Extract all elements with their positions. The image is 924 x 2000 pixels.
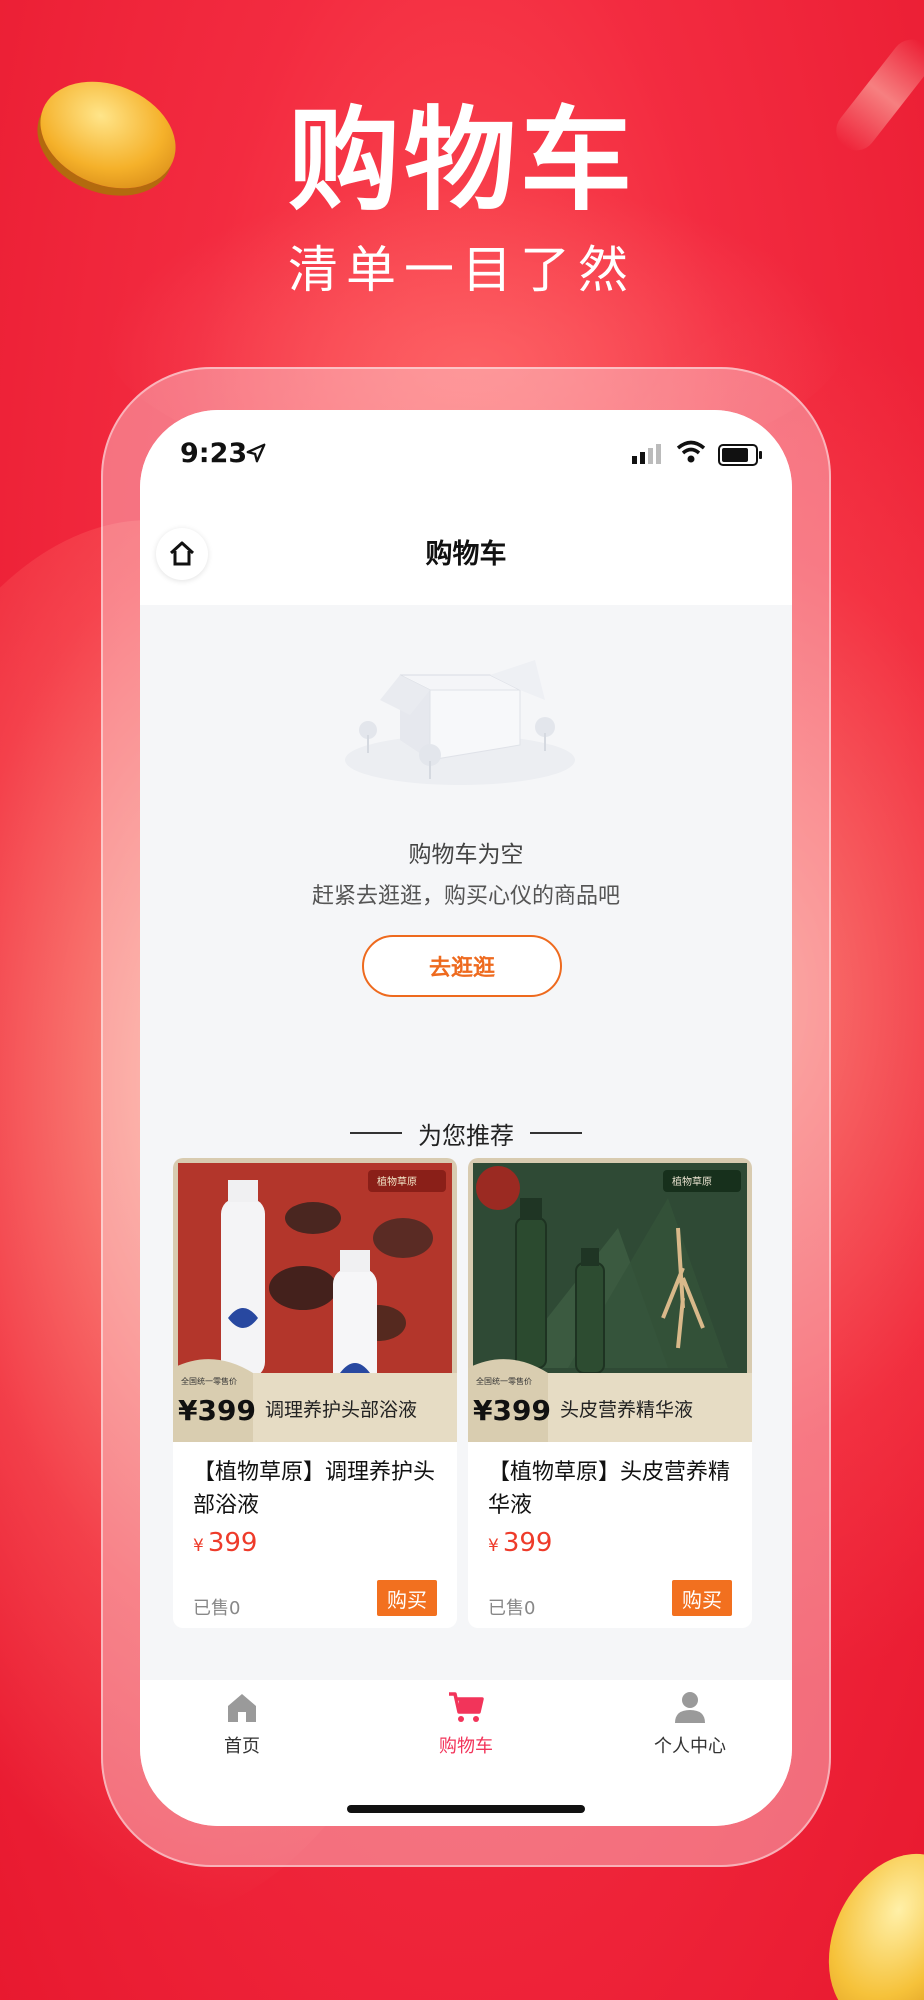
gold-coin-icon [802, 1830, 924, 2000]
cart-icon [449, 1692, 484, 1722]
tab-label: 个人中心 [654, 1736, 726, 1757]
status-bar: 9:23 [140, 410, 792, 505]
product-price: ¥399 [488, 1528, 552, 1558]
brand-label: 植物草原 [377, 1175, 417, 1188]
hero-title: 购物车 [288, 96, 636, 226]
wifi-icon [676, 440, 706, 463]
phone-screen: 9:23 购物车 购物车为空 赶紧去逛逛，购买心仪的商品吧 去逛逛 为您推荐 全… [140, 410, 792, 1826]
sold-count: 已售0 [488, 1598, 536, 1619]
product-image[interactable]: 全国统一零售价 ¥399 调理养护头部浴液 植物草原 [173, 1158, 457, 1442]
divider [350, 1132, 402, 1134]
status-time: 9:23 [180, 438, 248, 469]
tab-profile[interactable]: 个人中心 [630, 1690, 750, 1758]
recommend-header: 为您推荐 [140, 1115, 792, 1151]
banner-tag: 全国统一零售价 [476, 1376, 532, 1386]
tab-cart[interactable]: 购物车 [406, 1690, 526, 1758]
tab-home[interactable]: 首页 [182, 1690, 302, 1758]
banner-price: ¥399 [473, 1394, 551, 1427]
product-card[interactable]: 全国统一零售价 ¥399 头皮营养精华液 植物草原 【植物草原】头皮营养精华液 … [468, 1158, 752, 1628]
product-card[interactable]: 全国统一零售价 ¥399 调理养护头部浴液 植物草原 【植物草原】调理养护头部浴… [173, 1158, 457, 1628]
signal-icon [632, 444, 661, 464]
go-shopping-button[interactable]: 去逛逛 [362, 935, 562, 997]
banner-text: 调理养护头部浴液 [265, 1399, 417, 1421]
price-value: 399 [502, 1528, 553, 1558]
brand-label: 植物草原 [672, 1175, 712, 1188]
tab-label: 首页 [224, 1736, 260, 1757]
empty-box-icon [345, 660, 575, 785]
sold-count: 已售0 [193, 1598, 241, 1619]
banner-text: 头皮营养精华液 [560, 1399, 693, 1421]
currency-symbol: ¥ [193, 1536, 204, 1556]
product-name[interactable]: 【植物草原】调理养护头部浴液 [193, 1456, 443, 1522]
buy-button[interactable]: 购买 [377, 1580, 437, 1616]
divider [530, 1132, 582, 1134]
buy-button[interactable]: 购买 [672, 1580, 732, 1616]
banner-tag: 全国统一零售价 [181, 1376, 237, 1386]
empty-cart-subtitle: 赶紧去逛逛，购买心仪的商品吧 [311, 884, 620, 909]
banner-price: ¥399 [178, 1394, 256, 1427]
user-icon [675, 1692, 705, 1723]
home-indicator [347, 1805, 585, 1813]
location-arrow-icon [246, 443, 266, 463]
product-name[interactable]: 【植物草原】头皮营养精华液 [488, 1456, 738, 1522]
product-image[interactable]: 全国统一零售价 ¥399 头皮营养精华液 植物草原 [468, 1158, 752, 1442]
battery-icon [718, 444, 762, 466]
page-title: 购物车 [425, 539, 507, 570]
empty-cart-title: 购物车为空 [408, 842, 524, 868]
recommend-title: 为您推荐 [418, 1121, 514, 1150]
currency-symbol: ¥ [488, 1536, 499, 1556]
price-value: 399 [207, 1528, 258, 1558]
hero-subtitle: 清单一目了然 [288, 241, 636, 299]
product-price: ¥399 [193, 1528, 257, 1558]
home-icon [228, 1694, 256, 1722]
tab-label: 购物车 [439, 1736, 493, 1757]
